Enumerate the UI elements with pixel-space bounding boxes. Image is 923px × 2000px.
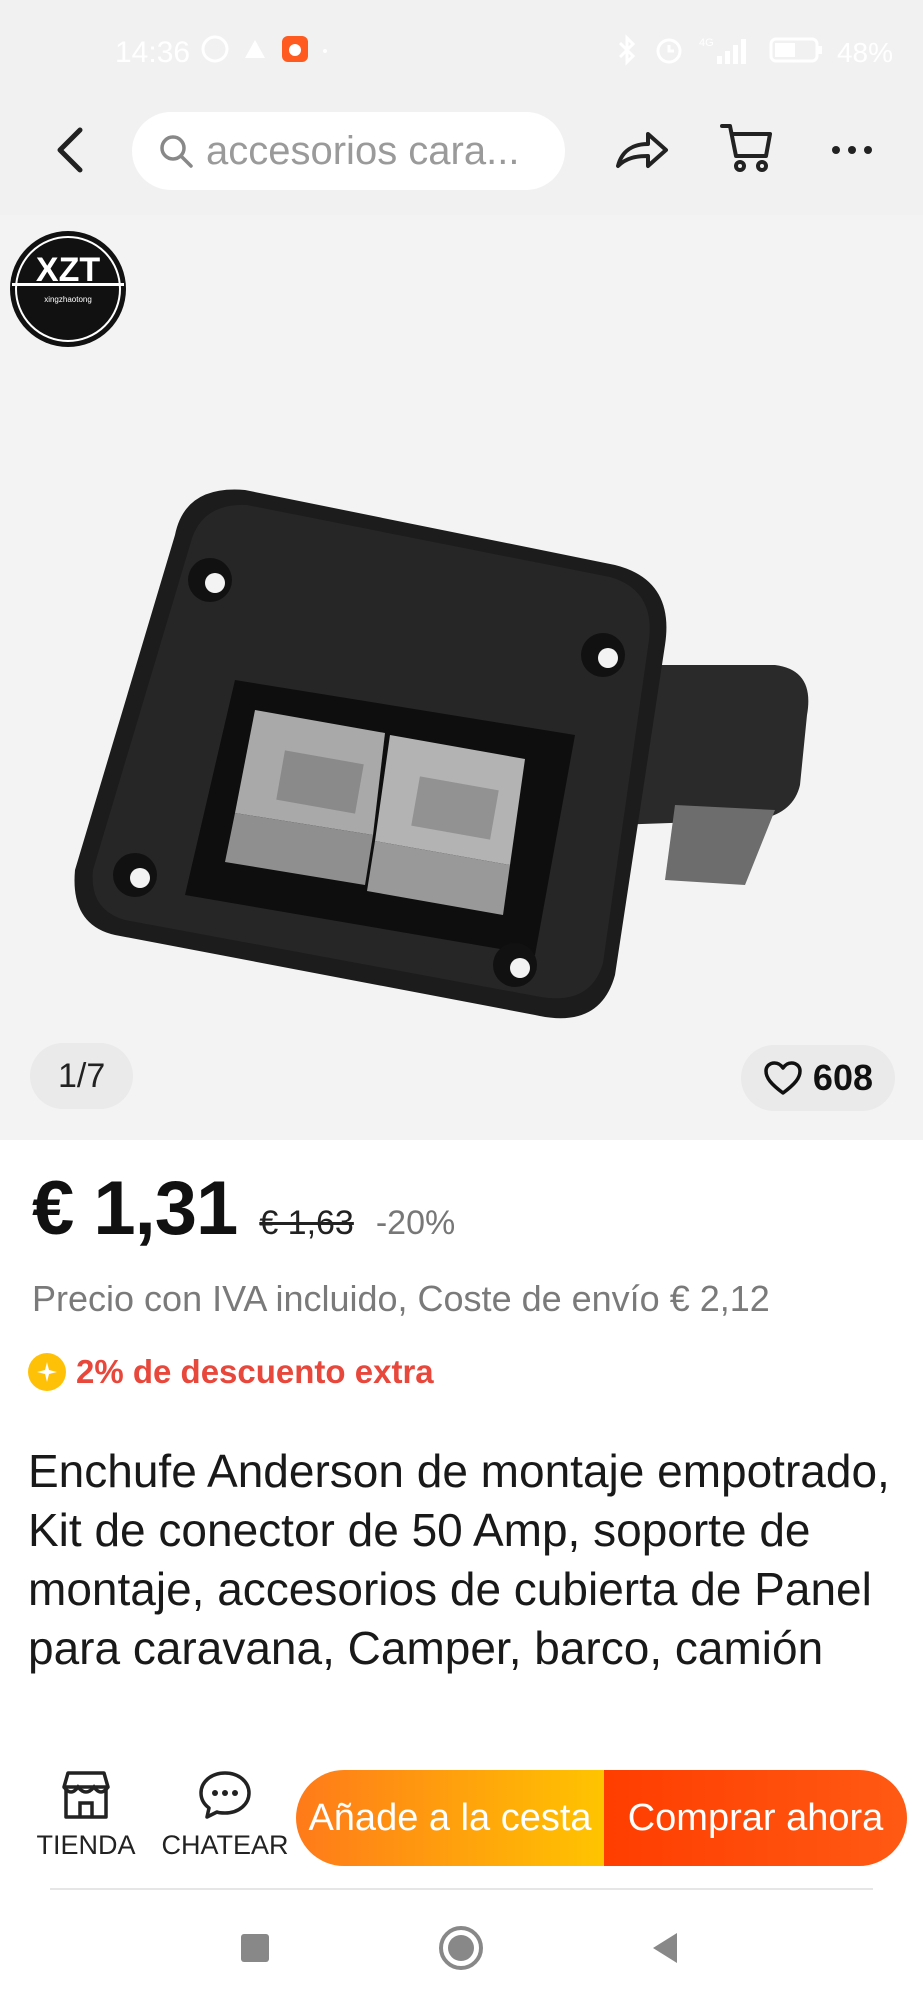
- current-price: € 1,31: [32, 1166, 238, 1251]
- more-options-button[interactable]: [822, 120, 882, 180]
- whatsapp-icon: [200, 34, 230, 69]
- store-icon: [62, 1771, 110, 1819]
- recent-apps-button[interactable]: [230, 1923, 280, 1973]
- coupon-icon: [28, 1353, 66, 1391]
- system-status-icons: 4G 48%: [615, 34, 893, 71]
- battery-percent: 48%: [836, 36, 893, 68]
- price-row: € 1,31 € 1,63 -20%: [32, 1165, 455, 1252]
- search-input[interactable]: accesorios cara...: [132, 112, 565, 190]
- battery-icon: [769, 35, 823, 70]
- brand-logo: XZT xingzhaotong: [8, 229, 128, 349]
- signal-icon: 4G: [699, 34, 755, 71]
- alarm-icon: [653, 34, 685, 71]
- dot-icon: [320, 43, 330, 61]
- svg-text:4G: 4G: [699, 37, 714, 49]
- triangle-back-icon: [653, 1933, 677, 1963]
- store-button[interactable]: TIENDA: [26, 1769, 146, 1861]
- chat-icon: [199, 1771, 251, 1819]
- svg-text:XZT: XZT: [36, 251, 100, 289]
- notification-icons: [200, 34, 330, 69]
- wishlist-count: 608: [812, 1057, 873, 1098]
- circle-icon: [439, 1926, 483, 1970]
- buy-now-button[interactable]: Comprar ahora: [604, 1770, 907, 1866]
- extra-discount-label: 2% de descuento extra: [76, 1353, 434, 1390]
- top-nav: accesorios cara...: [0, 100, 923, 215]
- chat-label: CHATEAR: [161, 1830, 289, 1860]
- chevron-left-icon: [57, 127, 83, 173]
- gallery-counter: 1/7: [30, 1043, 134, 1109]
- system-nav-bar: [0, 1895, 923, 2000]
- bluetooth-icon: [615, 34, 639, 71]
- svg-text:xingzhaotong: xingzhaotong: [44, 295, 92, 304]
- status-bar: 14:36 4G 48%: [0, 0, 923, 100]
- price-note: Precio con IVA incluido, Coste de envío …: [32, 1278, 770, 1319]
- aliexpress-notification-icon: [280, 34, 310, 69]
- square-icon: [241, 1934, 269, 1962]
- home-button[interactable]: [436, 1923, 486, 1973]
- add-to-cart-button[interactable]: Añade a la cesta: [296, 1770, 604, 1866]
- chat-button[interactable]: CHATEAR: [160, 1769, 290, 1861]
- product-image: [55, 365, 855, 1025]
- status-time: 14:36: [115, 36, 191, 69]
- share-icon: [616, 132, 668, 168]
- cart-icon: [720, 124, 772, 172]
- wishlist-button[interactable]: 608: [740, 1045, 895, 1111]
- app-notification-icon: [240, 34, 270, 69]
- original-price: € 1,63: [259, 1204, 354, 1242]
- extra-discount[interactable]: 2% de descuento extra: [28, 1353, 434, 1391]
- product-title: Enchufe Anderson de montaje empotrado, K…: [28, 1445, 890, 1674]
- action-bar: TIENDA CHATEAR Añade a la cesta Comprar …: [0, 1755, 923, 1885]
- heart-icon: [764, 1061, 802, 1095]
- more-icon: [832, 146, 872, 154]
- divider: [50, 1888, 873, 1890]
- search-placeholder: accesorios cara...: [206, 128, 520, 173]
- share-button[interactable]: [612, 120, 672, 180]
- system-back-button[interactable]: [640, 1923, 690, 1973]
- search-icon: [160, 135, 193, 168]
- product-gallery[interactable]: XZT xingzhaotong 1/7 608: [0, 215, 923, 1140]
- back-button[interactable]: [40, 120, 100, 180]
- cart-button[interactable]: [718, 118, 778, 178]
- discount-percent: -20%: [375, 1204, 456, 1242]
- store-label: TIENDA: [36, 1830, 136, 1860]
